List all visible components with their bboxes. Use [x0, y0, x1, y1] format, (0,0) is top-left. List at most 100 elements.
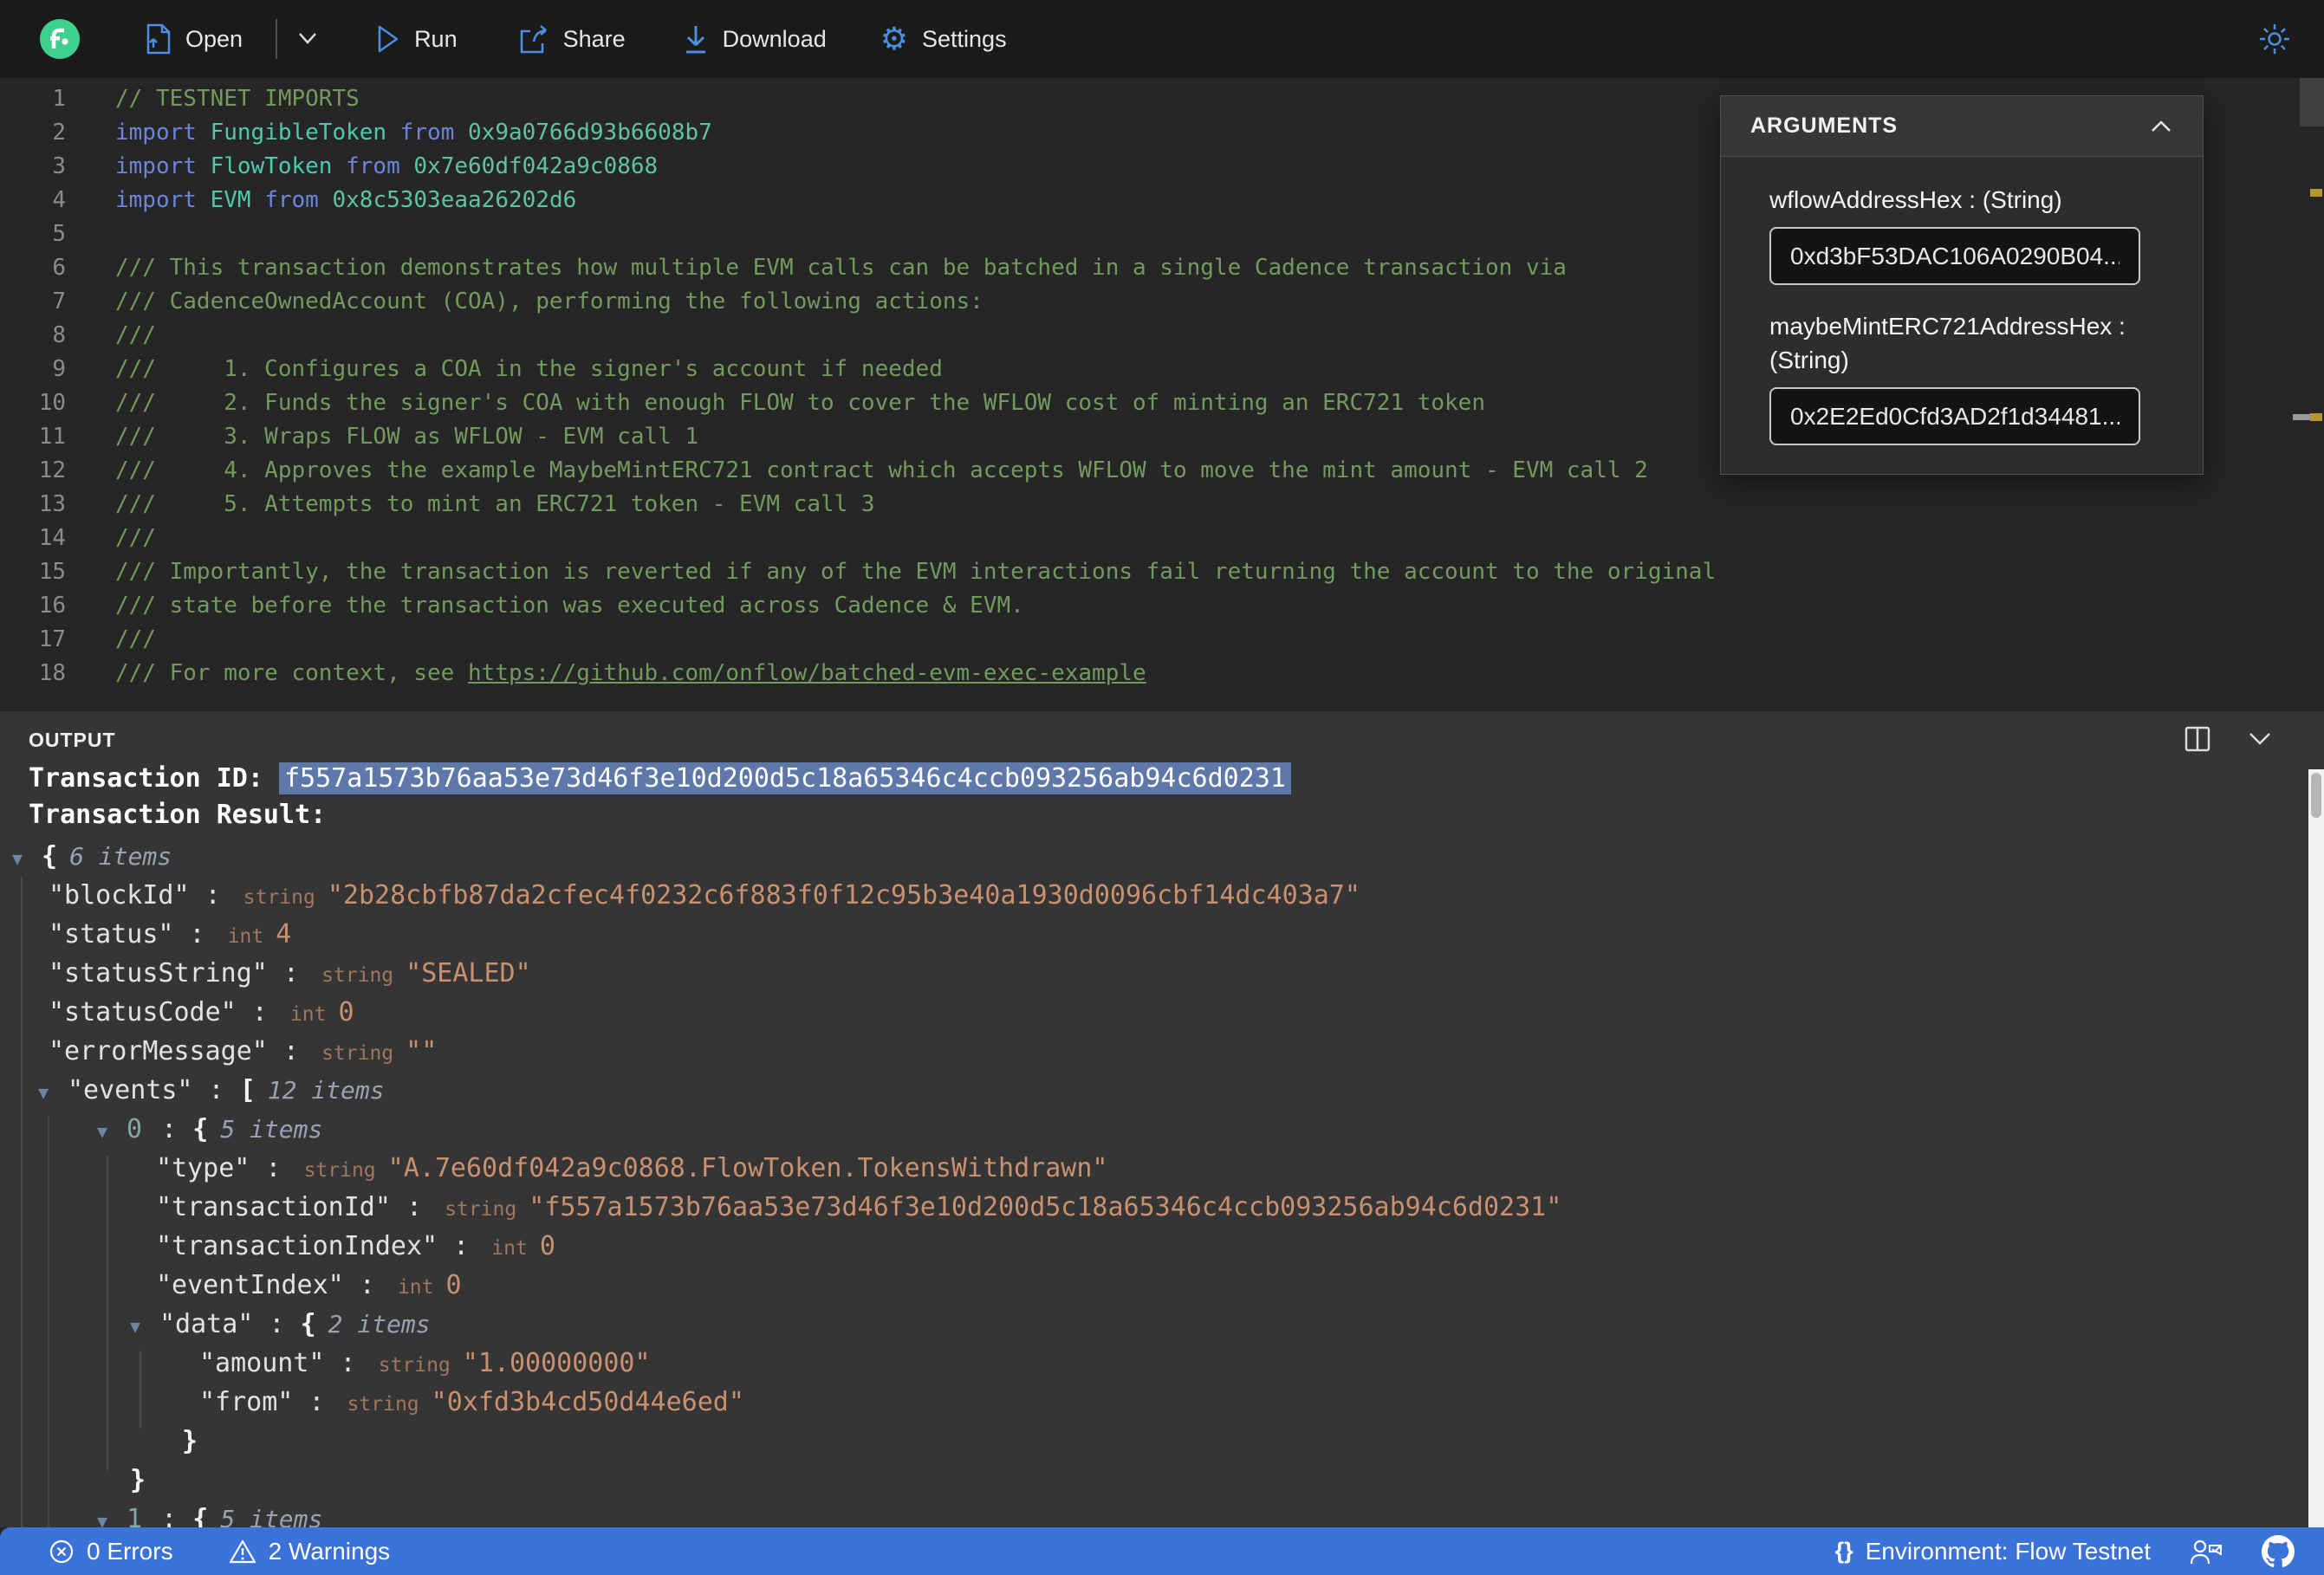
code-token: 0x9a0766d93b6608b7: [468, 120, 712, 146]
line-number: 6: [52, 255, 66, 281]
line-number: 4: [52, 187, 66, 213]
play-icon: [378, 25, 399, 53]
collapse-triangle-icon[interactable]: ▼: [97, 1112, 127, 1151]
code-text: ///: [66, 623, 156, 657]
theme-toggle-button[interactable]: [2258, 23, 2291, 55]
collapse-triangle-icon[interactable]: ▼: [38, 1073, 68, 1112]
open-file-icon: [146, 23, 171, 55]
code-text: import FlowToken from 0x7e60df042a9c0868: [66, 150, 658, 184]
tree-token-typ: string: [321, 964, 394, 987]
code-link[interactable]: https://github.com/onflow/batched-evm-ex…: [468, 660, 1146, 686]
split-view-icon[interactable]: [2184, 725, 2211, 753]
tree-token-str: "0xfd3b4cd50d44e6ed": [431, 1387, 744, 1417]
tree-token-colon: :: [250, 1153, 297, 1183]
tree-row: ▼{6 items: [0, 837, 2307, 876]
argument-input-wflowAddressHex[interactable]: [1769, 227, 2140, 285]
output-scrollbar[interactable]: [2308, 769, 2324, 1527]
tree-row: "statusString" : string "SEALED": [0, 954, 2307, 993]
code-text: /// Importantly, the transaction is reve…: [66, 555, 1716, 589]
toolbar: Open Run Share Download ⚙ Settings: [0, 0, 2324, 78]
code-token: ///: [115, 525, 156, 551]
code-text: ///: [66, 319, 156, 353]
code-line: 14 ///: [0, 522, 2324, 555]
tree-token-items: 12 items: [267, 1076, 385, 1105]
status-bar: 0 Errors 2 Warnings {} Environment: Flow…: [0, 1527, 2324, 1575]
tree-token-key: "transactionId": [156, 1192, 391, 1222]
download-icon: [685, 26, 705, 54]
settings-button[interactable]: ⚙ Settings: [880, 23, 1007, 55]
json-tree: ▼{6 items "blockId" : string "2b28cbfb87da…: [0, 837, 2307, 1527]
tree-token-key: "data": [159, 1309, 254, 1339]
line-number: 12: [38, 457, 66, 483]
code-token: from: [346, 153, 414, 179]
tree-row: "status" : int 4: [0, 915, 2307, 954]
collapse-output-chevron-icon[interactable]: [2246, 729, 2274, 749]
code-text: /// 2. Funds the signer's COA with enoug…: [66, 386, 1485, 420]
tree-token-colon: :: [293, 1387, 341, 1417]
warnings-count: 2 Warnings: [268, 1537, 391, 1565]
collapse-triangle-icon[interactable]: ▼: [97, 1502, 127, 1527]
tree-row: ▼ 0 : {5 items: [0, 1110, 2307, 1149]
open-label: Open: [185, 25, 243, 52]
arguments-panel-header[interactable]: ARGUMENTS: [1721, 96, 2203, 157]
environment-status[interactable]: {} Environment: Flow Testnet: [1835, 1538, 2151, 1565]
open-dropdown-chevron[interactable]: [295, 30, 321, 48]
run-button[interactable]: Run: [376, 24, 458, 54]
tree-token-str: "2b28cbfb87da2cfec4f0232c6f883f0f12c95b3…: [327, 880, 1360, 911]
line-number: 13: [38, 491, 66, 517]
tree-token-key: "from": [199, 1387, 294, 1417]
feedback-icon[interactable]: [2189, 1537, 2223, 1566]
tree-token-colon: :: [267, 958, 315, 988]
collapse-triangle-icon[interactable]: ▼: [130, 1307, 159, 1346]
run-label: Run: [414, 25, 458, 52]
tree-token-key: "type": [156, 1153, 250, 1183]
download-button[interactable]: Download: [683, 23, 827, 55]
share-button[interactable]: Share: [518, 24, 626, 54]
collapse-triangle-icon[interactable]: ▼: [12, 839, 42, 878]
editor-overview-ruler[interactable]: [2293, 78, 2324, 711]
argument-input-maybeMintERC721AddressHex[interactable]: [1769, 387, 2140, 445]
code-token: /// CadenceOwnedAccount (COA), performin…: [115, 288, 983, 314]
tree-token-idx: 1: [127, 1504, 143, 1527]
tree-row: ▼ "events" : [12 items: [0, 1071, 2307, 1110]
indent-guide: [107, 1156, 108, 1470]
github-icon[interactable]: [2262, 1534, 2295, 1568]
open-button[interactable]: Open: [146, 23, 243, 55]
code-token: /// Importantly, the transaction is reve…: [115, 559, 1717, 585]
tree-token-colon: :: [324, 1348, 372, 1378]
tree-token-punc: {: [300, 1309, 316, 1339]
sun-icon: [2260, 24, 2289, 54]
tree-row: }: [0, 1422, 2307, 1461]
tree-token-typ: int: [227, 925, 264, 948]
tree-row: "errorMessage" : string "": [0, 1032, 2307, 1071]
output-scrollbar-thumb[interactable]: [2311, 773, 2321, 818]
tree-token-typ: int: [289, 1003, 327, 1026]
tree-token-colon: :: [343, 1270, 391, 1300]
tree-token-colon: :: [253, 1309, 301, 1339]
argument-label-maybeMintERC721AddressHex: maybeMintERC721AddressHex : (String): [1769, 313, 2126, 373]
code-line: 18/// For more context, see https://gith…: [0, 657, 2324, 690]
tree-row: }: [0, 1461, 2307, 1500]
tree-token-typ: string: [303, 1159, 376, 1182]
tree-token-colon: :: [146, 1114, 193, 1144]
tree-row: "blockId" : string "2b28cbfb87da2cfec4f02…: [0, 876, 2307, 915]
tree-token-punc: {: [42, 841, 58, 872]
flow-logo-icon: [40, 19, 80, 59]
gear-icon: ⚙: [880, 21, 909, 56]
braces-icon: {}: [1834, 1538, 1853, 1564]
tree-token-key: "events": [68, 1075, 193, 1105]
tree-token-punc: {: [192, 1114, 209, 1144]
warnings-status[interactable]: 2 Warnings: [229, 1537, 391, 1565]
tree-token-typ: int: [397, 1276, 434, 1299]
code-line: 15 /// Importantly, the transaction is re…: [0, 555, 2324, 589]
editor-scrollbar-thumb[interactable]: [2300, 78, 2324, 126]
tree-token-typ: string: [347, 1393, 419, 1416]
code-token: /// 3. Wraps FLOW as WFLOW - EVM call 1: [115, 424, 699, 450]
indent-guide: [21, 877, 23, 1527]
code-line: 16 /// state before the transaction was e…: [0, 589, 2324, 623]
tree-token-items: 2 items: [328, 1310, 431, 1338]
download-label: Download: [722, 25, 827, 52]
errors-status[interactable]: 0 Errors: [49, 1538, 173, 1565]
error-icon: [49, 1539, 74, 1563]
